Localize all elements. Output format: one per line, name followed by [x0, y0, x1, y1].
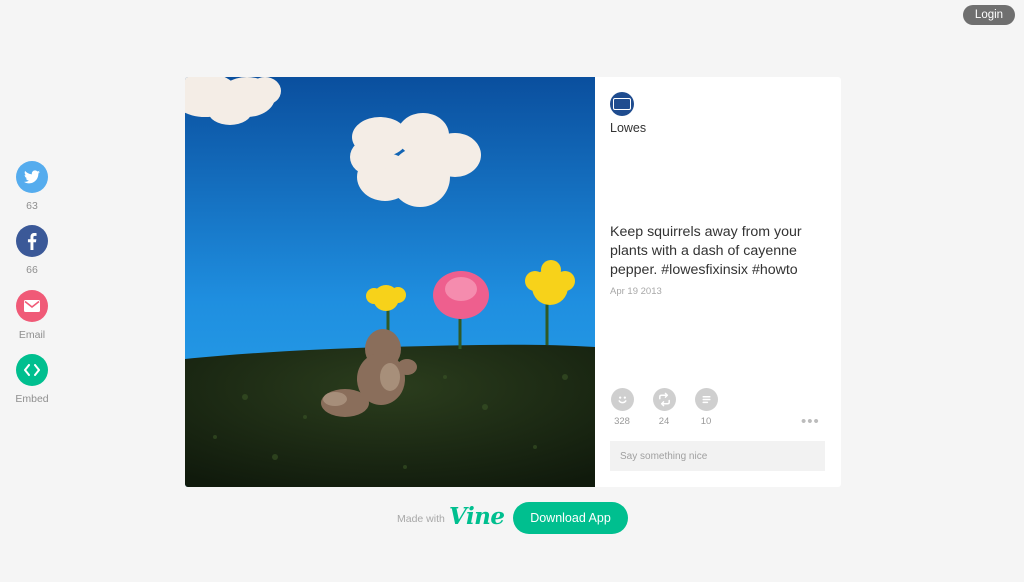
share-facebook: 66: [0, 225, 64, 276]
comment-button[interactable]: [694, 388, 718, 411]
video-player[interactable]: [185, 77, 595, 487]
twitter-share-button[interactable]: [16, 161, 48, 193]
revine-action: 24: [652, 388, 676, 427]
made-with-label: Made with: [397, 513, 445, 525]
lowes-logo-icon: [613, 98, 631, 110]
smiley-icon: [617, 396, 627, 404]
email-share-label: Email: [18, 329, 46, 341]
revine-button[interactable]: [652, 388, 676, 411]
share-twitter: 63: [0, 161, 64, 212]
email-share-button[interactable]: [16, 290, 48, 322]
download-app-button[interactable]: Download App: [513, 502, 628, 534]
comment-input[interactable]: [610, 441, 825, 471]
login-button[interactable]: Login: [963, 5, 1015, 25]
comment-bubble-icon: [701, 395, 711, 404]
share-email: Email: [0, 290, 64, 341]
post-card: Lowes Keep squirrels away from your plan…: [185, 77, 841, 487]
more-options-icon[interactable]: •••: [801, 414, 820, 429]
share-embed: Embed: [0, 354, 64, 405]
vine-logo[interactable]: Vine: [449, 503, 505, 530]
comment-action: 10: [694, 388, 718, 427]
post-description: Keep squirrels away from your plants wit…: [610, 224, 802, 278]
comment-count: 10: [700, 416, 712, 427]
twitter-bird-icon: [24, 170, 40, 184]
avatar[interactable]: [610, 92, 634, 116]
revine-arrows-icon: [658, 392, 670, 407]
embed-share-label: Embed: [15, 393, 49, 405]
like-action: 328: [610, 388, 634, 427]
facebook-share-button[interactable]: [16, 225, 48, 257]
username[interactable]: Lowes: [610, 121, 646, 135]
embed-share-button[interactable]: [16, 354, 48, 386]
revine-count: 24: [658, 416, 670, 427]
envelope-icon: [24, 300, 40, 312]
facebook-f-icon: [27, 232, 37, 250]
like-count: 328: [614, 416, 630, 427]
code-brackets-icon: [24, 364, 40, 376]
post-date: Apr 19 2013: [610, 286, 662, 297]
video-frame: [185, 77, 595, 487]
like-button[interactable]: [610, 388, 634, 411]
twitter-share-count: 63: [26, 200, 38, 212]
facebook-share-count: 66: [26, 264, 38, 276]
post-info: Lowes Keep squirrels away from your plan…: [610, 77, 826, 487]
